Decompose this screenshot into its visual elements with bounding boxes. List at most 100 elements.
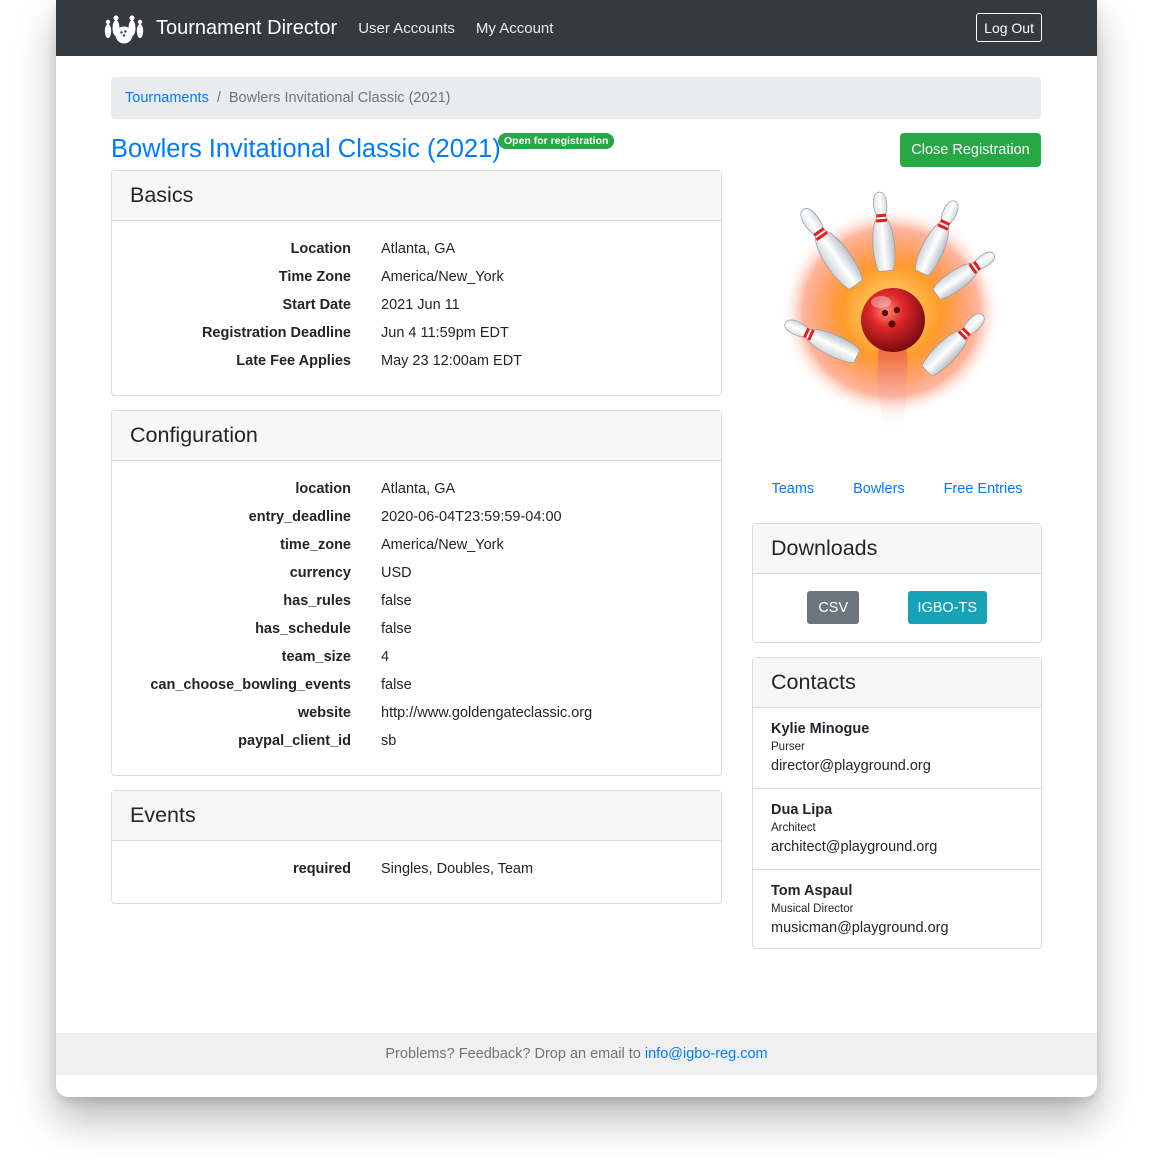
config-key: currency — [289, 565, 351, 581]
basics-value: Jun 4 11:59pm EDT — [381, 325, 509, 341]
teams-link[interactable]: Teams — [771, 481, 814, 497]
basics-key: Registration Deadline — [201, 325, 351, 341]
breadcrumb-tournaments-link[interactable]: Tournaments — [125, 90, 209, 106]
brand[interactable]: Tournament Director — [100, 11, 337, 45]
basics-value: 2021 Jun 11 — [381, 297, 460, 313]
downloads-header: Downloads — [753, 524, 1041, 574]
config-value: false — [381, 593, 412, 609]
events-row: required Singles, Doubles, Team — [112, 855, 721, 883]
events-list: required Singles, Doubles, Team — [112, 841, 721, 883]
breadcrumb: Tournaments / Bowlers Invitational Class… — [111, 77, 1041, 119]
configuration-header: Configuration — [112, 411, 721, 461]
config-value: http://www.goldengateclassic.org — [381, 705, 593, 721]
contact-email: architect@playground.org — [771, 839, 938, 855]
contact-role: Purser — [771, 741, 805, 753]
contact-role: Architect — [771, 822, 816, 834]
basics-key: Time Zone — [278, 269, 351, 285]
config-value: false — [381, 677, 412, 693]
basics-key: Late Fee Applies — [236, 353, 351, 369]
footer-email-link[interactable]: info@igbo-reg.com — [645, 1046, 768, 1062]
contacts-header: Contacts — [753, 658, 1041, 708]
basics-value: Atlanta, GA — [381, 241, 456, 257]
config-key: paypal_client_id — [238, 733, 351, 749]
config-row: entry_deadline 2020-06-04T23:59:59-04:00 — [112, 503, 721, 531]
logout-button[interactable]: Log Out — [976, 13, 1042, 42]
config-key: time_zone — [280, 537, 351, 553]
config-key: website — [297, 705, 351, 721]
config-value: sb — [381, 733, 397, 749]
config-key: has_rules — [283, 593, 351, 609]
downloads-buttons: CSV IGBO-TS — [753, 574, 1041, 624]
basics-row: Location Atlanta, GA — [112, 235, 721, 263]
basics-card: Basics Location Atlanta, GA Time Zone Amer… — [111, 170, 722, 396]
config-key: entry_deadline — [248, 509, 351, 525]
free-entries-link[interactable]: Free Entries — [944, 481, 1023, 497]
basics-value: May 23 12:00am EDT — [381, 353, 523, 369]
basics-key: Location — [290, 241, 351, 257]
config-value: 2020-06-04T23:59:59-04:00 — [381, 509, 562, 525]
bowling-pins-icon — [104, 15, 144, 44]
config-row: can_choose_bowling_events false — [112, 671, 721, 699]
contact-name: Dua Lipa — [771, 802, 833, 818]
config-row: location Atlanta, GA — [112, 475, 721, 503]
page-title: Bowlers Invitational Classic (2021) — [111, 135, 501, 163]
browser-window: Tournament Director User Accounts My Acc… — [56, 0, 1097, 1097]
configuration-card: Configuration location Atlanta, GA entry_… — [111, 410, 722, 776]
config-value: Atlanta, GA — [381, 481, 456, 497]
events-header: Events — [112, 791, 721, 841]
config-key: location — [295, 481, 351, 497]
config-key: team_size — [281, 649, 351, 665]
contacts-list: Kylie Minogue Purser director@playground… — [753, 708, 1041, 951]
basics-header: Basics — [112, 171, 721, 221]
config-key: can_choose_bowling_events — [150, 677, 351, 693]
config-value: USD — [381, 565, 412, 581]
basics-list: Location Atlanta, GA Time Zone America/New… — [112, 221, 721, 375]
contact-item: Kylie Minogue Purser director@playground… — [753, 708, 1041, 789]
contact-email: director@playground.org — [771, 758, 931, 774]
contacts-card: Contacts Kylie Minogue Purser director@p… — [752, 657, 1042, 949]
basics-row: Late Fee Applies May 23 12:00am EDT — [112, 347, 721, 375]
events-card: Events required Singles, Doubles, Team — [111, 790, 722, 904]
bowlers-link[interactable]: Bowlers — [853, 481, 905, 497]
events-value: Singles, Doubles, Team — [381, 861, 534, 877]
basics-row: Time Zone America/New_York — [112, 263, 721, 291]
contact-email: musicman@playground.org — [771, 920, 949, 936]
contact-item: Tom Aspaul Musical Director musicman@pla… — [753, 870, 1041, 951]
bowling-strike-image — [781, 191, 1001, 437]
page-footer: Problems? Feedback? Drop an email to inf… — [56, 1033, 1097, 1075]
config-key: has_schedule — [255, 621, 351, 637]
config-row: paypal_client_id sb — [112, 727, 721, 755]
config-value: false — [381, 621, 412, 637]
config-value: America/New_York — [381, 537, 504, 553]
configuration-list: location Atlanta, GA entry_deadline 2020-0… — [112, 461, 721, 755]
breadcrumb-separator: / — [216, 90, 221, 106]
brand-title: Tournament Director — [156, 16, 338, 39]
downloads-card: Downloads CSV IGBO-TS — [752, 523, 1042, 643]
footer-text: Problems? Feedback? Drop an email to — [385, 1046, 641, 1062]
basics-row: Start Date 2021 Jun 11 — [112, 291, 721, 319]
contact-role: Musical Director — [771, 903, 854, 915]
nav-user-accounts[interactable]: User Accounts — [358, 20, 455, 37]
csv-download-button[interactable]: CSV — [807, 591, 860, 624]
basics-value: America/New_York — [381, 269, 504, 285]
close-registration-button[interactable]: Close Registration — [900, 133, 1041, 167]
contact-item: Dua Lipa Architect architect@playground.… — [753, 789, 1041, 870]
config-row: currency USD — [112, 559, 721, 587]
basics-key: Start Date — [282, 297, 352, 313]
config-row: time_zone America/New_York — [112, 531, 721, 559]
events-key: required — [292, 861, 351, 877]
config-row: has_rules false — [112, 587, 721, 615]
contact-name: Kylie Minogue — [771, 721, 870, 737]
contact-name: Tom Aspaul — [771, 883, 853, 899]
basics-row: Registration Deadline Jun 4 11:59pm EDT — [112, 319, 721, 347]
breadcrumb-current: Bowlers Invitational Classic (2021) — [228, 90, 451, 106]
top-navbar: Tournament Director User Accounts My Acc… — [56, 0, 1097, 56]
nav-my-account[interactable]: My Account — [476, 20, 554, 37]
status-badge: Open for registration — [498, 133, 615, 149]
igbo-ts-download-button[interactable]: IGBO-TS — [907, 591, 987, 624]
config-row: has_schedule false — [112, 615, 721, 643]
config-row: team_size 4 — [112, 643, 721, 671]
config-row: website http://www.goldengateclassic.org — [112, 699, 721, 727]
side-links: Teams Bowlers Free Entries — [752, 481, 1042, 497]
config-value: 4 — [381, 649, 390, 665]
